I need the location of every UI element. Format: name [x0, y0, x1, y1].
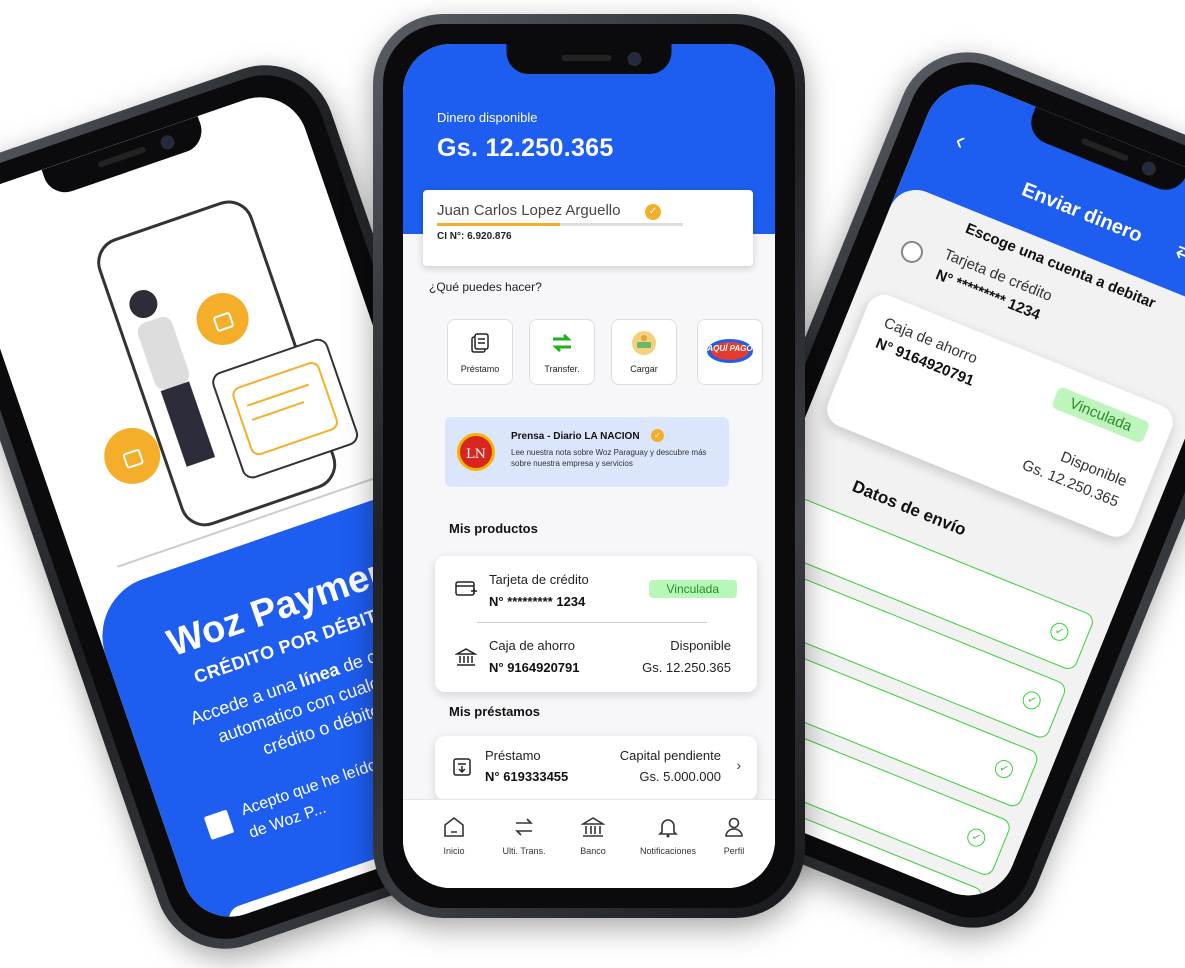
news-title: Prensa - Diario LA NACION [511, 431, 640, 442]
balance-label: Dinero disponible [437, 110, 538, 125]
capital-label: Capital pendiente [619, 748, 721, 763]
loan-label: Préstamo [485, 748, 541, 763]
available-label: Disponible [670, 638, 731, 653]
transactions-icon [489, 812, 559, 842]
home-icon [419, 812, 489, 842]
balance-value: Gs. 12.250.365 [437, 134, 614, 162]
check-icon: ✓ [1019, 688, 1044, 713]
action-prestamo[interactable]: Préstamo [447, 319, 513, 385]
news-description: Lee nuestra nota sobre Woz Paraguay y de… [511, 448, 707, 468]
nav-inicio[interactable]: Inicio [419, 812, 489, 856]
credit-card-icon [455, 578, 477, 600]
cargar-icon [612, 331, 676, 355]
savings-number: N° 9164920791 [489, 660, 580, 675]
nav-banco[interactable]: Banco [558, 812, 628, 856]
user-ci: CI N°: 6.920.876 [437, 231, 512, 242]
chevron-right-icon: › [736, 757, 741, 773]
status-badge: Vinculada [648, 580, 737, 598]
bank-icon [558, 812, 628, 842]
action-aquipago[interactable]: AQUÍ PAGO [697, 319, 763, 385]
verified-icon: ✓ [645, 204, 661, 220]
nav-notificaciones[interactable]: Notificaciones [633, 812, 703, 856]
loan-card[interactable]: Préstamo N° 619333455 Capital pendiente … [435, 736, 757, 800]
available-value: Gs. 12.250.365 [642, 660, 731, 675]
card-number: N° ********* 1234 [489, 594, 586, 609]
user-icon [699, 812, 769, 842]
nav-transactions[interactable]: Ulti. Trans. [489, 812, 559, 856]
card-label: Tarjeta de crédito [489, 572, 589, 587]
aquipago-label: AQUÍ PAGO [707, 344, 753, 353]
actions-row: Préstamo Transfer. Cargar AQUÍ PAGO [447, 319, 763, 385]
action-label: Transfer. [544, 364, 580, 374]
user-card[interactable]: Juan Carlos Lopez Arguello ✓ CI N°: 6.92… [423, 190, 753, 266]
status-badge: Vinculada [1051, 386, 1151, 444]
nav-label: Inicio [443, 846, 465, 856]
loan-icon [451, 756, 473, 778]
divider [477, 622, 707, 623]
action-transfer[interactable]: Transfer. [529, 319, 595, 385]
profile-progress-bar [437, 223, 683, 226]
nav-label: Perfil [723, 846, 745, 856]
loan-number: N° 619333455 [485, 769, 569, 784]
profile-progress-fill [437, 223, 560, 226]
action-cargar[interactable]: Cargar [611, 319, 677, 385]
user-name: Juan Carlos Lopez Arguello [437, 202, 621, 219]
nav-label: Notificaciones [639, 846, 697, 856]
actions-title: ¿Qué puedes hacer? [429, 280, 542, 294]
check-icon: ✓ [1047, 620, 1072, 644]
center-phone-screen: Dinero disponible Gs. 12.250.365 Juan Ca… [403, 44, 775, 888]
nav-label: Ulti. Trans. [502, 846, 546, 856]
savings-label: Caja de ahorro [489, 638, 575, 653]
check-icon: ✓ [936, 894, 961, 910]
news-banner[interactable]: LN Prensa - Diario LA NACION ✓ Lee nuest… [445, 417, 729, 487]
bank-icon [455, 646, 477, 668]
products-title: Mis productos [449, 521, 538, 536]
notch [506, 44, 672, 74]
check-icon: ✓ [964, 825, 988, 850]
products-card: Tarjeta de crédito N° ********* 1234 Vin… [435, 556, 757, 692]
action-label: Cargar [630, 364, 658, 374]
center-phone: Dinero disponible Gs. 12.250.365 Juan Ca… [373, 14, 805, 918]
transfer-icon [530, 332, 594, 354]
capital-value: Gs. 5.000.000 [639, 769, 721, 784]
loans-title: Mis préstamos [449, 704, 541, 719]
bell-icon [633, 812, 703, 842]
verified-icon: ✓ [651, 429, 664, 442]
nav-perfil[interactable]: Perfil [699, 812, 769, 856]
nav-label: Banco [580, 846, 606, 856]
check-icon: ✓ [992, 757, 1016, 781]
bottom-nav: Inicio Ulti. Trans. Banco Notificaciones… [403, 799, 775, 888]
la-nacion-logo: LN [457, 433, 495, 471]
center-phone-bezel: Dinero disponible Gs. 12.250.365 Juan Ca… [383, 24, 795, 908]
action-label: Préstamo [460, 364, 500, 374]
loan-icon [448, 332, 512, 354]
